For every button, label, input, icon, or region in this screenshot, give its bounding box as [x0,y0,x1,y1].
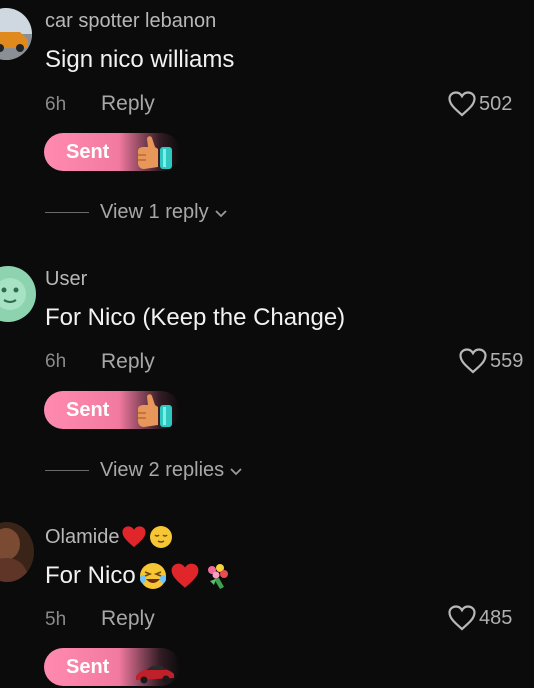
like-count: 502 [479,92,513,115]
comment-time: 5h [45,609,67,630]
reply-button[interactable]: Reply [101,350,155,374]
username-label: Olamide [45,525,120,548]
comment-time: 6h [45,94,67,115]
red-heart-emoji-icon [122,526,147,548]
avatar[interactable] [0,8,32,60]
view-replies-label: View 2 replies [100,459,225,481]
comment-text-label: For Nico [45,562,136,589]
comment-time: 6h [45,351,67,372]
comment-username[interactable]: car spotter lebanon [45,10,216,33]
sports-car-gift-icon [136,666,174,684]
thumbs-up-gift-icon [138,394,172,427]
like-count: 559 [490,349,524,372]
chevron-down-icon [230,467,242,475]
laughing-face-emoji-icon [139,563,166,589]
comment-username[interactable]: Olamide [45,525,173,549]
gift-sent-badge: Sent [44,391,180,429]
view-replies-label: View 1 reply [100,201,209,223]
red-heart-emoji-icon [171,563,199,588]
gift-sent-badge: Sent [44,648,180,686]
thumbs-up-gift-icon [138,136,172,169]
heart-outline-icon [448,91,476,117]
heart-outline-icon [448,605,476,631]
view-replies-button[interactable]: View 1 reply [45,201,228,224]
chevron-down-icon [214,209,227,217]
sent-label: Sent [66,398,110,421]
divider-line [45,470,89,471]
reply-button[interactable]: Reply [101,92,155,116]
view-replies-button[interactable]: View 2 replies [45,459,243,482]
avatar[interactable] [0,266,36,322]
reply-button[interactable]: Reply [101,607,155,631]
like-button[interactable]: 559 [459,348,523,374]
like-button[interactable]: 502 [448,91,512,117]
sent-label: Sent [66,140,110,163]
like-count: 485 [479,606,513,629]
divider-line [45,212,89,213]
sent-label: Sent [66,655,110,678]
comment-text: Sign nico williams [45,46,235,73]
comment-username[interactable]: User [45,268,87,291]
gift-sent-badge: Sent [44,133,180,171]
bouquet-emoji-icon [207,564,228,589]
avatar[interactable] [0,522,34,582]
heart-outline-icon [459,348,487,374]
comment-text: For Nico (Keep the Change) [45,304,346,331]
comment-text: For Nico [45,561,232,591]
relieved-face-emoji-icon [150,526,173,548]
like-button[interactable]: 485 [448,605,512,631]
